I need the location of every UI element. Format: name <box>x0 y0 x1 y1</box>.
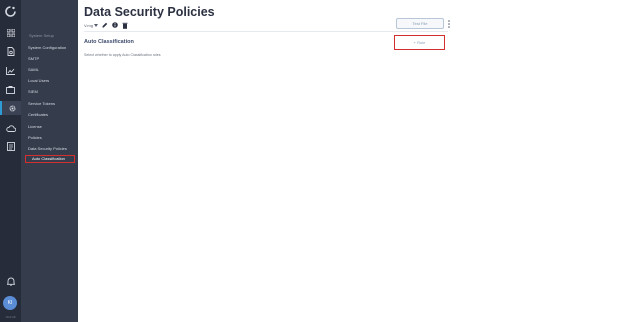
sidebar-item-license[interactable]: License <box>28 124 42 129</box>
notifications-icon[interactable] <box>3 274 18 288</box>
cloud-icon[interactable] <box>3 121 18 135</box>
sidebar-item-data-security-policies[interactable]: Data Security Policies <box>28 146 67 151</box>
icon-rail: KI v6.0.19 <box>0 0 23 322</box>
chevron-down-icon <box>93 23 98 27</box>
sidebar-item-certificates[interactable]: Certificates <box>28 112 48 117</box>
sidebar-item-smtp[interactable]: SMTP <box>28 56 39 61</box>
page-title: Data Security Policies <box>84 5 215 19</box>
sidebar-item-system-configuration[interactable]: System Configuration <box>28 45 66 50</box>
divider <box>84 31 448 32</box>
sidebar-item-auto-classification[interactable]: Auto Classification <box>25 155 75 163</box>
version-select-label: V.mg <box>84 22 93 28</box>
add-rule-button[interactable]: + Rule <box>394 35 445 50</box>
add-rule-label: + Rule <box>413 40 426 45</box>
reports-icon[interactable] <box>3 44 18 58</box>
edit-icon[interactable] <box>102 22 108 28</box>
settings-icon[interactable] <box>0 101 23 115</box>
delete-icon[interactable] <box>122 22 128 29</box>
more-options-icon[interactable] <box>447 19 451 29</box>
sidebar-item-policies[interactable]: Policies <box>28 135 42 140</box>
sidebar-item-saml[interactable]: SAML <box>28 67 39 72</box>
section-title: Auto Classification <box>84 39 134 45</box>
sidebar-section-title: System Setup <box>29 33 54 38</box>
logo-icon[interactable] <box>4 5 17 18</box>
policy-toolbar: V.mg <box>84 21 128 29</box>
inventory-icon[interactable] <box>3 83 18 97</box>
analytics-icon[interactable] <box>3 64 18 78</box>
dashboard-icon[interactable] <box>3 26 18 40</box>
section-description: Select whether to apply Auto Classificat… <box>84 53 161 57</box>
list-icon[interactable] <box>3 139 18 153</box>
main-content: Data Security Policies V.mg Test File Au… <box>78 0 638 322</box>
test-file-button[interactable]: Test File <box>396 18 444 29</box>
info-icon[interactable] <box>112 22 118 28</box>
settings-sidebar: System Setup System Configuration SMTP S… <box>21 0 78 322</box>
sidebar-item-local-users[interactable]: Local Users <box>28 78 49 83</box>
version-select[interactable]: V.mg <box>84 23 98 28</box>
sidebar-item-service-tokens[interactable]: Service Tokens <box>28 101 55 106</box>
avatar[interactable]: KI <box>3 296 17 310</box>
sidebar-item-siem[interactable]: SIEM <box>28 89 38 94</box>
app-version: v6.0.19 <box>5 315 16 319</box>
